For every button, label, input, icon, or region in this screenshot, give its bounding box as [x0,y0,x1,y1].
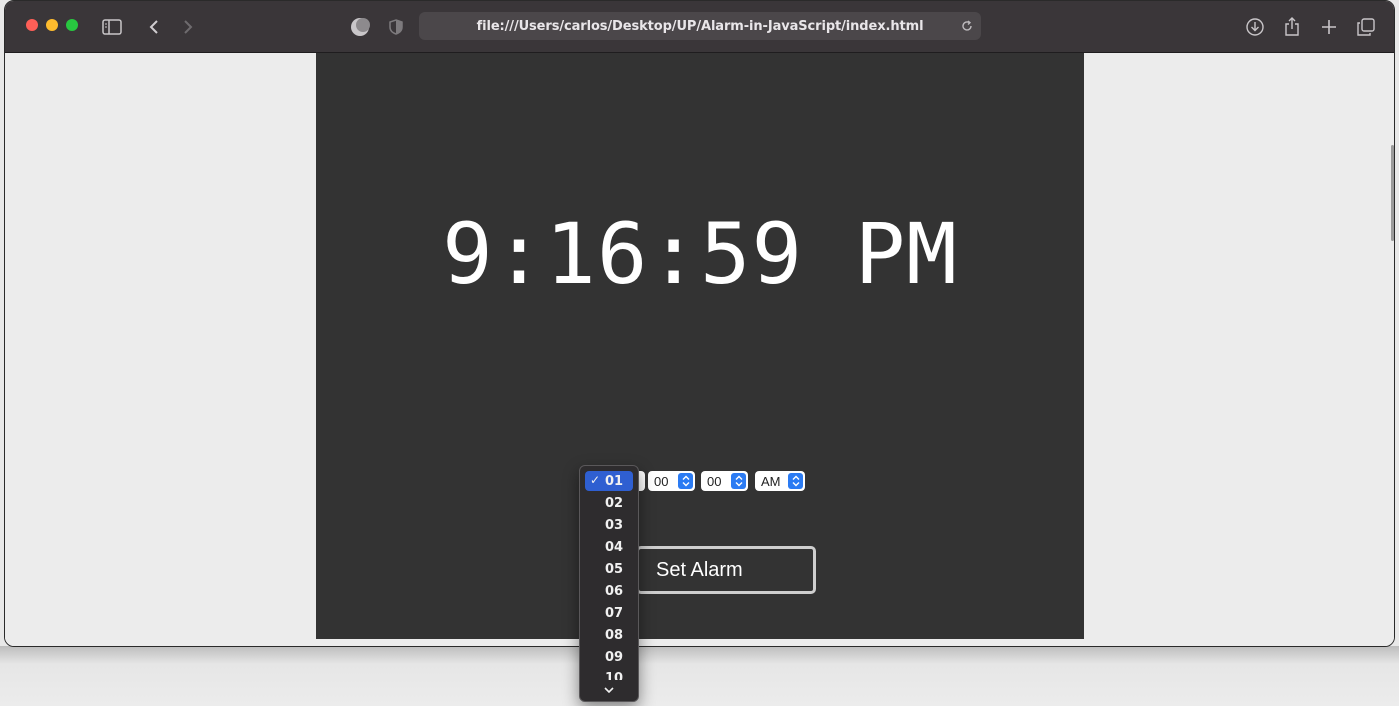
alarm-panel: 9:16:59 PM 01 00 00 AM [316,53,1084,639]
forward-icon[interactable] [175,14,201,40]
set-alarm-button[interactable]: Set Alarm [636,546,816,594]
ampm-select-value: AM [761,473,781,489]
hour-option[interactable]: 02 [585,493,633,513]
share-icon[interactable] [1279,14,1305,40]
scrollbar[interactable] [1391,145,1394,241]
desktop-background [0,646,1399,706]
up-down-arrows-icon [788,473,803,489]
address-bar[interactable]: file:///Users/carlos/Desktop/UP/Alarm-in… [419,12,981,40]
back-icon[interactable] [141,14,167,40]
tab-overview-icon[interactable] [1353,14,1379,40]
up-down-arrows-icon [678,473,693,489]
hour-option[interactable]: 04 [585,537,633,557]
sidebar-icon[interactable] [99,14,125,40]
hour-option[interactable]: 05 [585,559,633,579]
minute-select[interactable]: 00 [648,471,695,491]
chevron-down-icon[interactable] [580,683,638,697]
url-text: file:///Users/carlos/Desktop/UP/Alarm-in… [476,18,924,34]
hour-option[interactable]: 09 [585,647,633,667]
checkmark-icon: ✓ [590,473,601,487]
clock-display: 9:16:59 PM [442,205,958,303]
page-content: 9:16:59 PM 01 00 00 AM [5,53,1394,646]
theme-icon[interactable] [347,14,373,40]
browser-window: file:///Users/carlos/Desktop/UP/Alarm-in… [4,0,1395,647]
second-select[interactable]: 00 [701,471,748,491]
minute-select-value: 00 [654,473,669,489]
hour-option[interactable]: ✓ 01 [585,471,633,491]
download-icon[interactable] [1242,14,1268,40]
reload-icon[interactable] [959,18,975,34]
maximize-window-button[interactable] [66,19,78,31]
hour-option[interactable]: 08 [585,625,633,645]
up-down-arrows-icon [731,473,746,489]
close-window-button[interactable] [26,19,38,31]
hour-option[interactable]: 03 [585,515,633,535]
browser-toolbar: file:///Users/carlos/Desktop/UP/Alarm-in… [5,1,1394,53]
hour-option[interactable]: 06 [585,581,633,601]
new-tab-icon[interactable] [1316,14,1342,40]
ampm-select[interactable]: AM [755,471,805,491]
minimize-window-button[interactable] [46,19,58,31]
hour-option-partial[interactable]: 10 [605,672,623,680]
hour-option[interactable]: 07 [585,603,633,623]
hour-dropdown-menu: ✓ 01 02 03 04 05 06 07 08 09 10 [579,465,639,702]
shield-icon[interactable] [383,14,409,40]
second-select-value: 00 [707,473,722,489]
